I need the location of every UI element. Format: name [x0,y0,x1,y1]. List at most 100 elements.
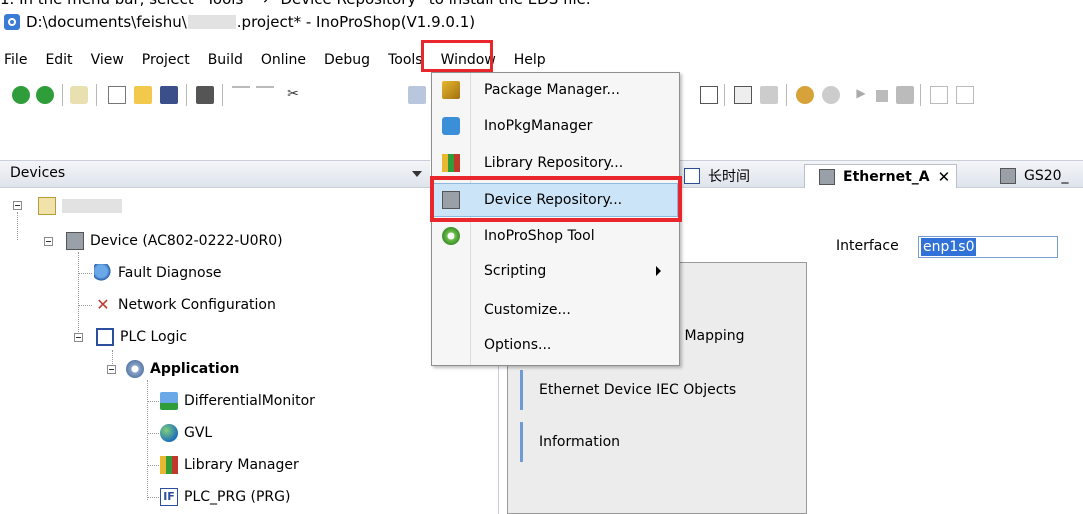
toolbar-separator [920,84,921,106]
devices-title: Devices [10,165,66,181]
download-icon[interactable] [760,86,778,104]
tree-item-label: Device (AC802-0222-U0R0) [90,233,283,249]
back-icon[interactable] [12,86,30,104]
tree-line [78,305,92,306]
menu-view[interactable]: View [82,49,133,71]
nav-item-ethernet-device-iec-objects[interactable]: Ethernet Device IEC Objects [520,370,800,410]
forward-icon[interactable] [36,86,54,104]
list-indent-icon[interactable] [956,86,974,104]
tree-item-application[interactable]: Application [126,357,239,381]
tree-item-plc-prg[interactable]: IF PLC_PRG (PRG) [160,485,290,509]
tree-item-plc-logic[interactable]: PLC Logic [96,325,187,349]
menu-edit[interactable]: Edit [36,49,81,71]
device-repository-highlight [430,176,682,222]
close-icon[interactable]: ✕ [938,168,951,186]
tab-label: GS20_ [1024,168,1069,184]
tree-item-library-manager[interactable]: Library Manager [160,453,299,477]
tree-root[interactable] [38,194,122,218]
tree-item-label: Application [150,361,240,377]
menu-build[interactable]: Build [199,49,252,71]
plc-logic-icon [96,328,114,346]
menu-item-options[interactable]: Options... [432,328,679,362]
tab-gs20[interactable]: GS20_ [1000,164,1069,188]
tree-item-label: Network Configuration [118,297,276,313]
tree-item-device[interactable]: Device (AC802-0222-U0R0) [66,229,283,253]
copy-icon[interactable] [408,86,426,104]
new-file-icon[interactable] [108,86,126,104]
tree-item-label: PLC_PRG (PRG) [184,489,291,505]
list-icon[interactable] [930,86,948,104]
interface-label: Interface [836,238,899,254]
toolbar-separator [62,84,63,106]
tree-expander[interactable] [13,201,22,210]
dropdown-arrow-icon[interactable] [412,171,422,177]
project-icon [38,197,56,215]
calendar-icon[interactable] [734,86,752,104]
tree-expander[interactable] [107,365,116,374]
instruction-caption: 1. In the menu bar, select “Tools” → “De… [0,0,591,10]
devices-pane-header: Devices [0,160,430,188]
tab-ethernet-a[interactable]: Ethernet_A ✕ [804,164,958,189]
open-folder-icon[interactable] [134,86,152,104]
toolbar-separator [724,84,725,106]
nav-item-label: Information [539,434,621,450]
tab-label: Ethernet_A [843,169,930,185]
edit-icon[interactable] [896,86,914,104]
stop-icon[interactable] [876,90,888,102]
tab-long-time[interactable]: 长时间 [684,164,750,188]
title-bar: D:\documents\feishu\ .project* - InoProS… [0,10,475,34]
menu-file[interactable]: File [0,49,36,71]
submenu-arrow-icon [656,266,661,276]
menu-item-inopkgmanager[interactable]: InoPkgManager [432,109,679,143]
menu-debug[interactable]: Debug [315,49,379,71]
menu-item-library-repository[interactable]: Library Repository... [432,146,679,180]
tree-line [147,465,159,466]
print-icon[interactable] [196,86,214,104]
menu-item-label: Customize... [484,302,571,318]
tree-item-network-configuration[interactable]: ✕ Network Configuration [94,293,276,317]
compile-icon[interactable] [796,86,814,104]
tree-expander[interactable] [44,237,53,246]
tree-item-label: GVL [184,425,213,441]
tree-item-label: PLC Logic [120,329,188,345]
menu-item-package-manager[interactable]: Package Manager... [432,73,679,107]
tree-expander[interactable] [74,333,83,342]
tree-item-fault-diagnose[interactable]: Fault Diagnose [94,261,222,285]
tree-line [78,273,92,274]
undo-icon[interactable] [232,86,250,104]
redacted-project-name [62,199,122,213]
tree-item-label: Fault Diagnose [118,265,222,281]
menu-item-label: InoProShop Tool [484,228,595,244]
redo-icon[interactable] [256,86,274,104]
menu-item-inoproshop-tool[interactable]: InoProShop Tool [432,219,679,253]
menu-item-scripting[interactable]: Scripting [432,254,679,288]
connect-icon[interactable] [70,86,88,104]
menu-help[interactable]: Help [505,49,555,71]
interface-input[interactable]: enp1s0 [918,236,1058,258]
save-icon[interactable] [160,86,178,104]
program-icon [684,168,700,184]
nav-item-information[interactable]: Information [520,422,800,462]
menu-online[interactable]: Online [252,49,315,71]
cut-icon[interactable]: ✂ [284,86,302,104]
run-icon[interactable]: ▶ [852,86,870,104]
menu-project[interactable]: Project [133,49,199,71]
nav-item-label: Ethernet Device IEC Objects [539,382,737,398]
compile-all-icon[interactable] [822,86,840,104]
toolbar-separator [186,84,187,106]
toolbar-separator [786,84,787,106]
program-icon: IF [160,488,178,506]
magnifier-icon [94,264,112,282]
package-icon [442,81,460,99]
new-page-icon[interactable] [700,86,718,104]
tree-line [147,380,148,500]
menu-item-label: Options... [484,337,552,353]
monitor-icon [160,392,178,410]
title-path: D:\documents\feishu\ [26,13,187,31]
tree-item-gvl[interactable]: GVL [160,421,212,445]
tab-label: 长时间 [708,169,750,185]
tree-item-differential-monitor[interactable]: DifferentialMonitor [160,389,315,413]
cube-icon [442,117,460,135]
menu-item-customize[interactable]: Customize... [432,293,679,327]
app-icon [4,14,20,30]
